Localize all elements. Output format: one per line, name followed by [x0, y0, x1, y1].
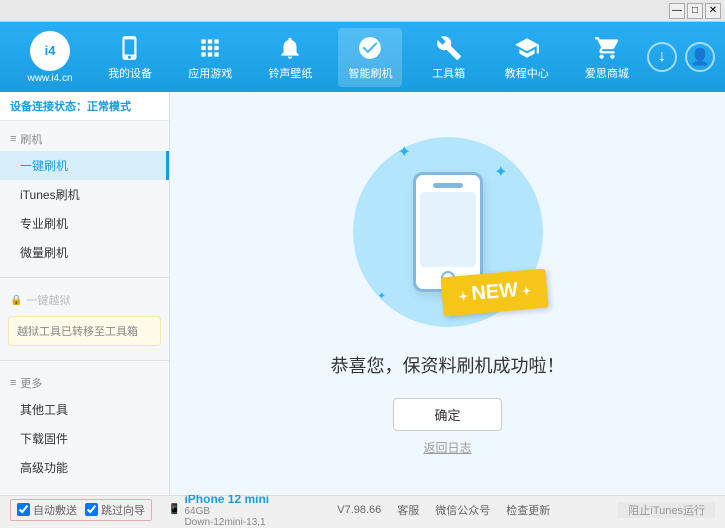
phone-illustration: ✦ ✦ ✦ NEW: [338, 132, 558, 332]
nav-item-ringtone[interactable]: 铃声壁纸: [258, 28, 322, 87]
auto-label: 自动敷送: [33, 502, 77, 518]
checkbox-auto[interactable]: 自动敷送: [17, 502, 77, 518]
sidebar-section-flash: ≡ 刷机 一键刷机 iTunes刷机 专业刷机 微量刷机: [0, 121, 169, 273]
device-model: Down-12mini-13,1: [184, 517, 269, 528]
section-label-jailbreak: 一键越狱: [26, 292, 70, 308]
device-info: 📱: [168, 504, 180, 515]
title-bar: — □ ✕: [0, 0, 725, 22]
jailbreak-note: 越狱工具已转移至工具箱: [8, 316, 161, 346]
new-badge: NEW: [441, 268, 549, 316]
sidebar-item-micro[interactable]: 微量刷机: [0, 238, 169, 267]
sidebar-item-pro[interactable]: 专业刷机: [0, 209, 169, 238]
bottom-bar: 自动敷送 跳过向导 📱 iPhone 12 mini 64GB Down-12m…: [0, 495, 725, 523]
section-header-flash: ≡ 刷机: [0, 127, 169, 151]
nav-item-tutorial[interactable]: 教程中心: [495, 28, 559, 87]
status-value: 正常模式: [87, 101, 131, 113]
connection-status: 设备连接状态：正常模式: [0, 92, 169, 121]
sidebar-item-advanced[interactable]: 高级功能: [0, 453, 169, 482]
device-storage: 64GB: [184, 506, 269, 517]
ringtone-icon: [276, 34, 304, 62]
check-update-link[interactable]: 检查更新: [506, 502, 550, 518]
sidebar-item-onekey[interactable]: 一键刷机: [0, 151, 169, 180]
shop-icon: [593, 34, 621, 62]
sparkle-2: ✦: [494, 162, 507, 182]
nav-item-smart[interactable]: 智能刷机: [338, 28, 402, 87]
nav-items: 我的设备 应用游戏 铃声壁纸 智能刷机 工具箱: [90, 28, 647, 87]
skip-label: 跳过向导: [101, 502, 145, 518]
device-icon-small: 📱: [168, 504, 180, 515]
section-header-more: ≡ 更多: [0, 371, 169, 395]
nav-label-apps: 应用游戏: [188, 65, 232, 81]
sparkle-3: ✦: [378, 291, 386, 302]
maximize-button[interactable]: □: [687, 3, 703, 19]
success-message: 恭喜您，保资料刷机成功啦！: [331, 352, 565, 378]
section-label-flash: 刷机: [20, 131, 42, 147]
logo-icon: i4: [30, 31, 70, 71]
phone-speaker: [433, 183, 463, 188]
sidebar-section-jailbreak: 🔒 一键越狱 越狱工具已转移至工具箱: [0, 282, 169, 356]
main-area: 设备连接状态：正常模式 ≡ 刷机 一键刷机 iTunes刷机 专业刷机 微量刷机…: [0, 92, 725, 495]
bottom-right: V7.98.66 客服 微信公众号 检查更新: [337, 502, 550, 518]
confirm-button[interactable]: 确定: [393, 398, 501, 431]
nav-label-tools: 工具箱: [432, 65, 465, 81]
lock-icon: 🔒: [10, 295, 22, 306]
sidebar-item-itunes[interactable]: iTunes刷机: [0, 180, 169, 209]
nav-label-tutorial: 教程中心: [505, 65, 549, 81]
sparkle-1: ✦: [398, 142, 411, 162]
tutorial-icon: [513, 34, 541, 62]
sidebar-divider-1: [0, 277, 169, 278]
apps-icon: [196, 34, 224, 62]
section-label-more: 更多: [20, 375, 42, 391]
sidebar-item-firmware[interactable]: 下载固件: [0, 424, 169, 453]
wechat-link[interactable]: 微信公众号: [435, 502, 490, 518]
minimize-button[interactable]: —: [669, 3, 685, 19]
phone-screen: [420, 192, 476, 267]
sidebar-item-other[interactable]: 其他工具: [0, 395, 169, 424]
skip-checkbox[interactable]: [85, 503, 98, 516]
tools-icon: [435, 34, 463, 62]
nav-label-ringtone: 铃声壁纸: [268, 65, 312, 81]
logo-area: i4 www.i4.cn: [10, 31, 90, 84]
user-button[interactable]: 👤: [685, 42, 715, 72]
customer-service-link[interactable]: 客服: [397, 502, 419, 518]
itunes-status-text: 阻止iTunes运行: [628, 502, 705, 518]
section-icon-flash: ≡: [10, 133, 16, 145]
nav-label-device: 我的设备: [108, 65, 152, 81]
nav-item-apps[interactable]: 应用游戏: [178, 28, 242, 87]
section-icon-more: ≡: [10, 377, 16, 389]
nav-item-tools[interactable]: 工具箱: [419, 28, 479, 87]
nav-label-smart: 智能刷机: [348, 65, 392, 81]
phone-shape: [413, 172, 483, 292]
sidebar: 设备连接状态：正常模式 ≡ 刷机 一键刷机 iTunes刷机 专业刷机 微量刷机…: [0, 92, 170, 495]
auto-checkbox[interactable]: [17, 503, 30, 516]
bottom-left-full: 自动敷送 跳过向导 📱 iPhone 12 mini 64GB Down-12m…: [10, 492, 269, 528]
checkboxes-area: 自动敷送 跳过向导: [10, 499, 152, 521]
nav-right: ↓ 👤: [647, 42, 715, 72]
close-button[interactable]: ✕: [705, 3, 721, 19]
nav-item-device[interactable]: 我的设备: [98, 28, 162, 87]
status-label: 设备连接状态：: [10, 101, 87, 113]
download-button[interactable]: ↓: [647, 42, 677, 72]
sidebar-section-more: ≡ 更多 其他工具 下载固件 高级功能: [0, 365, 169, 488]
itunes-status: 阻止iTunes运行: [618, 502, 715, 518]
device-details: iPhone 12 mini 64GB Down-12mini-13,1: [184, 492, 269, 528]
section-header-jailbreak: 🔒 一键越狱: [0, 288, 169, 312]
smart-icon: [356, 34, 384, 62]
top-nav: i4 www.i4.cn 我的设备 应用游戏 铃声壁纸: [0, 22, 725, 92]
logo-text: www.i4.cn: [27, 73, 72, 84]
nav-label-shop: 爱思商城: [585, 65, 629, 81]
sidebar-divider-2: [0, 360, 169, 361]
checkbox-skip[interactable]: 跳过向导: [85, 502, 145, 518]
back-home-link[interactable]: 返回日志: [423, 439, 471, 456]
content-area: ✦ ✦ ✦ NEW 恭喜您，保资料刷机成功啦！ 确定 返回日志: [170, 92, 725, 495]
version-text: V7.98.66: [337, 504, 381, 516]
nav-item-shop[interactable]: 爱思商城: [575, 28, 639, 87]
device-icon: [116, 34, 144, 62]
